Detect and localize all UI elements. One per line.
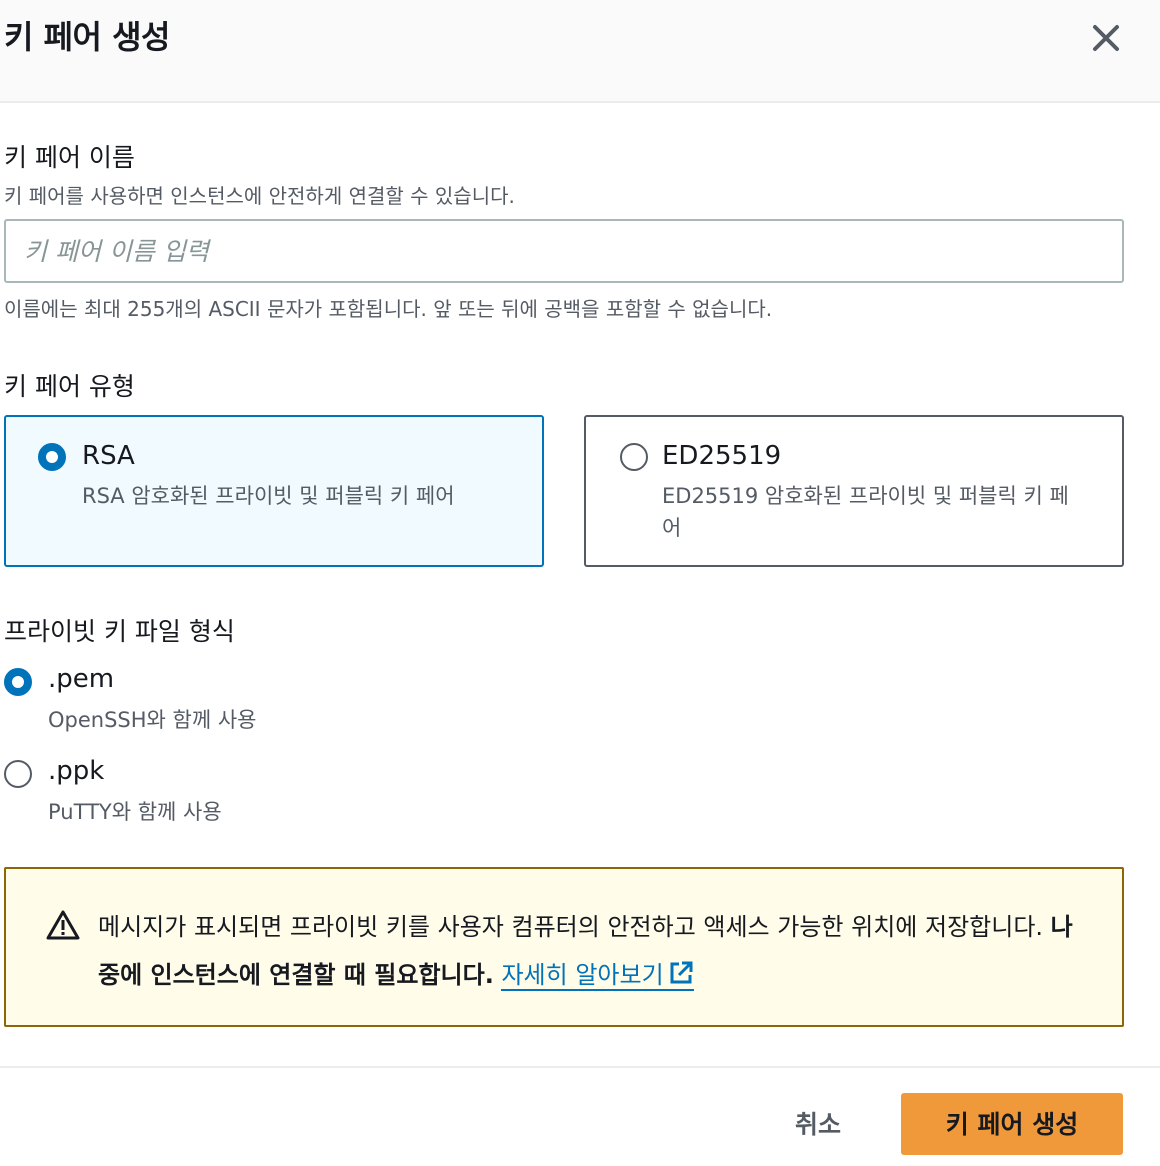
key-type-ed25519-tile[interactable]: ED25519 ED25519 암호화된 프라이빗 및 퍼블릭 키 페어: [584, 415, 1124, 567]
key-name-description: 키 페어를 사용하면 인스턴스에 안전하게 연결할 수 있습니다.: [4, 184, 515, 208]
alert-message: 메시지가 표시되면 프라이빗 키를 사용자 컴퓨터의 안전하고 액세스 가능한 …: [98, 903, 1088, 999]
close-icon[interactable]: [1086, 18, 1126, 58]
ed25519-description: ED25519 암호화된 프라이빗 및 퍼블릭 키 페어: [662, 484, 1069, 540]
pem-title[interactable]: .pem: [48, 664, 114, 694]
dialog-header: 키 페어 생성: [0, 0, 1160, 103]
key-name-label: 키 페어 이름: [4, 143, 135, 172]
key-name-constraint: 이름에는 최대 255개의 ASCII 문자가 포함됩니다. 앞 또는 뒤에 공…: [4, 297, 773, 321]
footer-divider: [0, 1066, 1160, 1068]
file-format-label: 프라이빗 키 파일 형식: [4, 617, 235, 646]
cancel-button[interactable]: 취소: [770, 1093, 866, 1155]
pem-radio[interactable]: [4, 668, 32, 696]
ed25519-radio[interactable]: [620, 443, 648, 471]
ppk-description: PuTTY와 함께 사용: [48, 800, 222, 824]
key-type-rsa-tile[interactable]: RSA RSA 암호화된 프라이빗 및 퍼블릭 키 페어: [4, 415, 544, 567]
ppk-title[interactable]: .ppk: [48, 756, 104, 786]
dialog-title: 키 페어 생성: [4, 18, 170, 56]
rsa-title: RSA: [82, 441, 135, 471]
alert-text: 메시지가 표시되면 프라이빗 키를 사용자 컴퓨터의 안전하고 액세스 가능한 …: [98, 913, 1051, 941]
learn-more-label: 자세히 알아보기: [501, 961, 664, 989]
external-link-icon: [668, 954, 694, 984]
key-type-label: 키 페어 유형: [4, 372, 135, 401]
create-key-pair-button[interactable]: 키 페어 생성: [901, 1093, 1123, 1155]
rsa-description: RSA 암호화된 프라이빗 및 퍼블릭 키 페어: [82, 484, 455, 508]
learn-more-link[interactable]: 자세히 알아보기: [501, 961, 694, 991]
ed25519-title: ED25519: [662, 441, 782, 471]
create-key-pair-dialog: 키 페어 생성 키 페어 이름 키 페어를 사용하면 인스턴스에 안전하게 연결…: [0, 0, 1160, 1166]
warning-alert: 메시지가 표시되면 프라이빗 키를 사용자 컴퓨터의 안전하고 액세스 가능한 …: [4, 867, 1124, 1027]
key-name-input[interactable]: [4, 219, 1124, 283]
warning-icon: [46, 909, 80, 941]
pem-description: OpenSSH와 함께 사용: [48, 708, 257, 732]
rsa-radio[interactable]: [38, 443, 66, 471]
ppk-radio[interactable]: [4, 760, 32, 788]
